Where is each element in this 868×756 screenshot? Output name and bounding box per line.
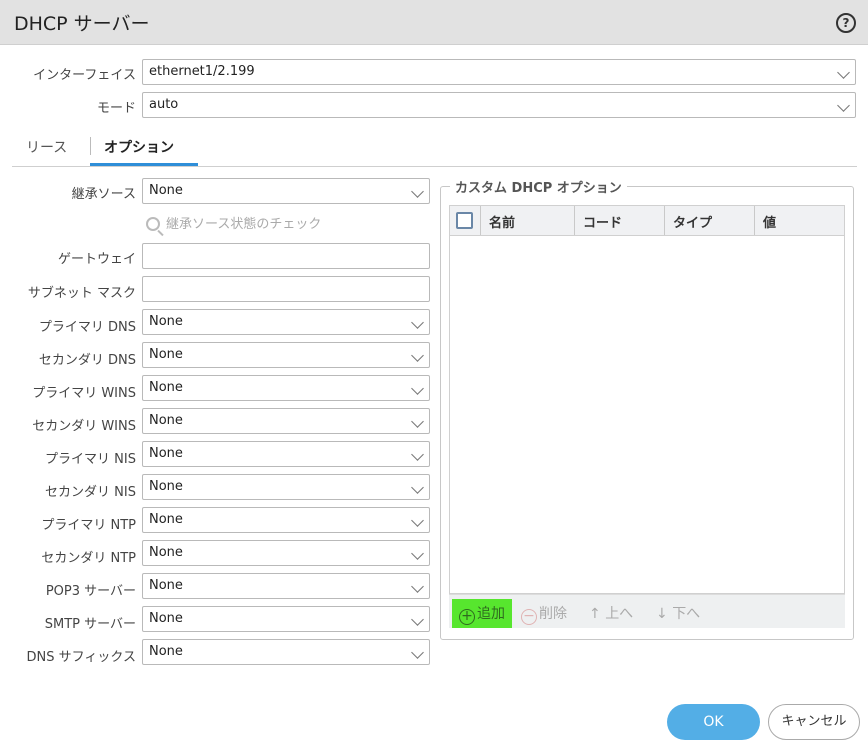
chevron-down-icon — [837, 66, 850, 79]
primary-dns-label: プライマリ DNS — [38, 320, 136, 335]
subnet-mask-label: サブネット マスク — [27, 286, 136, 301]
cancel-button[interactable]: キャンセル — [768, 704, 860, 740]
table-toolbar: + 追加 − 削除 ↑ 上へ ↓ 下へ — [449, 594, 845, 628]
column-value[interactable]: 値 — [754, 206, 844, 235]
move-down-label: 下へ — [672, 606, 701, 622]
primary-dns-select[interactable]: None — [142, 309, 430, 335]
mode-value: auto — [149, 97, 179, 112]
chevron-down-icon — [411, 481, 424, 494]
interface-label: インターフェイス — [33, 68, 136, 83]
interface-value: ethernet1/2.199 — [149, 64, 255, 79]
tab-options[interactable]: オプション — [104, 137, 174, 157]
minus-circle-icon: − — [521, 609, 537, 625]
secondary-dns-label: セカンダリ DNS — [38, 353, 136, 368]
ok-button[interactable]: OK — [667, 704, 760, 740]
chevron-down-icon — [411, 580, 424, 593]
check-inherit-source-label: 継承ソース状態のチェック — [166, 217, 322, 232]
secondary-dns-value: None — [149, 347, 183, 362]
primary-wins-value: None — [149, 380, 183, 395]
column-type[interactable]: タイプ — [664, 206, 754, 235]
primary-wins-select[interactable]: None — [142, 375, 430, 401]
secondary-ntp-value: None — [149, 545, 183, 560]
subnet-mask-input[interactable] — [142, 276, 430, 302]
primary-nis-label: プライマリ NIS — [45, 452, 136, 467]
secondary-nis-value: None — [149, 479, 183, 494]
column-name[interactable]: 名前 — [480, 206, 574, 235]
delete-button[interactable]: − 削除 — [521, 603, 567, 625]
smtp-server-label: SMTP サーバー — [44, 617, 136, 632]
primary-nis-select[interactable]: None — [142, 441, 430, 467]
chevron-down-icon — [411, 514, 424, 527]
pop3-server-value: None — [149, 578, 183, 593]
chevron-down-icon — [411, 547, 424, 560]
smtp-server-value: None — [149, 611, 183, 626]
pop3-server-select[interactable]: None — [142, 573, 430, 599]
primary-ntp-label: プライマリ NTP — [41, 518, 136, 533]
plus-circle-icon: + — [459, 609, 475, 625]
inherit-source-label: 継承ソース — [71, 187, 136, 202]
secondary-nis-label: セカンダリ NIS — [45, 485, 136, 500]
arrow-down-icon: ↓ — [656, 606, 668, 622]
interface-select[interactable]: ethernet1/2.199 — [142, 59, 856, 85]
secondary-ntp-label: セカンダリ NTP — [41, 551, 136, 566]
select-all-checkbox[interactable] — [456, 212, 473, 229]
primary-dns-value: None — [149, 314, 183, 329]
move-up-button[interactable]: ↑ 上へ — [589, 603, 633, 623]
chevron-down-icon — [411, 185, 424, 198]
delete-button-label: 削除 — [539, 606, 567, 622]
chevron-down-icon — [411, 316, 424, 329]
mode-select[interactable]: auto — [142, 92, 856, 118]
move-down-button[interactable]: ↓ 下へ — [656, 603, 700, 623]
active-tab-indicator — [90, 163, 198, 166]
help-icon[interactable]: ? — [836, 13, 856, 33]
secondary-dns-select[interactable]: None — [142, 342, 430, 368]
chevron-down-icon — [411, 448, 424, 461]
dns-suffix-value: None — [149, 644, 183, 659]
check-inherit-source-link[interactable]: 継承ソース状態のチェック — [146, 213, 321, 232]
secondary-wins-value: None — [149, 413, 183, 428]
custom-dhcp-options-legend: カスタム DHCP オプション — [450, 177, 627, 196]
add-button[interactable]: + 追加 — [452, 599, 512, 628]
secondary-wins-label: セカンダリ WINS — [32, 419, 136, 434]
chevron-down-icon — [411, 646, 424, 659]
chevron-down-icon — [411, 382, 424, 395]
primary-ntp-value: None — [149, 512, 183, 527]
dialog-title: DHCP サーバー — [14, 13, 150, 35]
primary-nis-value: None — [149, 446, 183, 461]
gateway-input[interactable] — [142, 243, 430, 269]
smtp-server-select[interactable]: None — [142, 606, 430, 632]
tab-divider — [90, 137, 91, 155]
primary-ntp-select[interactable]: None — [142, 507, 430, 533]
gateway-label: ゲートウェイ — [57, 252, 136, 267]
secondary-wins-select[interactable]: None — [142, 408, 430, 434]
inherit-source-select[interactable]: None — [142, 178, 430, 204]
chevron-down-icon — [837, 99, 850, 112]
dns-suffix-label: DNS サフィックス — [26, 650, 136, 665]
pop3-server-label: POP3 サーバー — [45, 584, 136, 599]
column-code[interactable]: コード — [574, 206, 664, 235]
search-icon — [146, 217, 160, 231]
move-up-label: 上へ — [605, 606, 634, 622]
arrow-up-icon: ↑ — [589, 606, 601, 622]
chevron-down-icon — [411, 415, 424, 428]
custom-options-table: 名前 コード タイプ 値 — [449, 205, 845, 594]
tab-lease[interactable]: リース — [26, 137, 67, 157]
secondary-ntp-select[interactable]: None — [142, 540, 430, 566]
inherit-source-value: None — [149, 183, 183, 198]
table-header: 名前 コード タイプ 値 — [450, 206, 844, 236]
chevron-down-icon — [411, 349, 424, 362]
add-button-label: 追加 — [477, 606, 505, 622]
chevron-down-icon — [411, 613, 424, 626]
secondary-nis-select[interactable]: None — [142, 474, 430, 500]
dns-suffix-select[interactable]: None — [142, 639, 430, 665]
tab-bar: リース オプション — [12, 130, 857, 167]
dialog-titlebar: DHCP サーバー ? — [0, 0, 868, 45]
primary-wins-label: プライマリ WINS — [32, 386, 136, 401]
mode-label: モード — [96, 101, 136, 116]
